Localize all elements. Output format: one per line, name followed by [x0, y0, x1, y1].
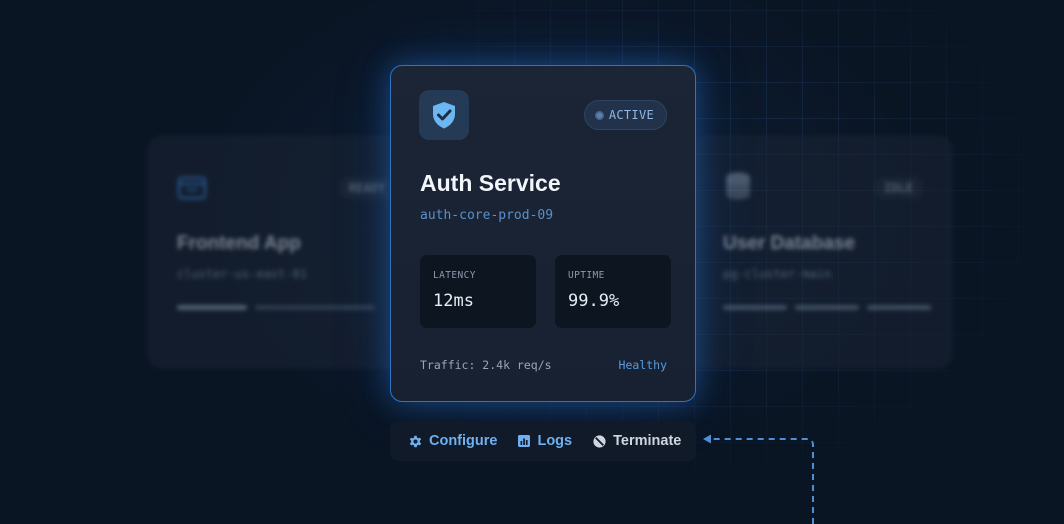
card-title: User Database: [723, 233, 856, 254]
card-subtitle: pg-cluster-main: [723, 267, 832, 281]
shield-check-icon: [433, 102, 455, 129]
progress-bar: [177, 305, 247, 310]
gear-icon: [409, 435, 422, 447]
background-card-database: IDLE User Database pg-cluster-main: [690, 136, 952, 368]
status-dot-icon: [594, 110, 604, 120]
service-instance-id: auth-core-prod-09: [420, 208, 554, 223]
progress-bars: [723, 305, 931, 310]
canvas: READY Frontend App cluster-us-east-01 ID…: [0, 0, 1064, 524]
status-label: ACTIVE: [608, 108, 654, 122]
card-title: Frontend App: [177, 233, 301, 254]
action-bar: Configure Logs Terminate: [390, 421, 696, 461]
progress-bar: [867, 305, 931, 310]
metric-value: 99.9%: [568, 291, 620, 311]
logs-label: Logs: [537, 433, 573, 449]
card-subtitle: cluster-us-east-01: [177, 267, 308, 281]
background-card-frontend: READY Frontend App cluster-us-east-01: [148, 136, 410, 368]
traffic-readout: Traffic: 2.4k req/s: [420, 358, 552, 372]
latency-metric: LATENCY 12ms: [420, 255, 536, 328]
metric-label: LATENCY: [433, 270, 476, 281]
progress-bar: [255, 305, 375, 310]
configure-button[interactable]: Configure: [408, 433, 497, 449]
configure-label: Configure: [429, 433, 498, 449]
metric-label: UPTIME: [568, 270, 605, 281]
logs-button[interactable]: Logs: [517, 433, 572, 449]
service-title: Auth Service: [420, 170, 561, 196]
bar-chart-icon: [518, 435, 531, 447]
service-icon-tile: [419, 90, 469, 140]
progress-bar: [795, 305, 859, 310]
health-status: Healthy: [618, 358, 667, 372]
database-icon: [726, 172, 750, 200]
status-badge: IDLE: [874, 177, 923, 199]
progress-bars: [177, 305, 375, 310]
browser-window-icon: [177, 176, 207, 200]
terminate-label: Terminate: [613, 433, 682, 449]
uptime-metric: UPTIME 99.9%: [555, 255, 671, 328]
prohibited-icon: [593, 434, 606, 448]
terminate-button[interactable]: Terminate: [592, 433, 681, 449]
status-badge: READY: [339, 177, 395, 199]
status-badge: ACTIVE: [583, 100, 667, 130]
service-card[interactable]: ACTIVE Auth Service auth-core-prod-09 LA…: [390, 65, 696, 402]
metric-value: 12ms: [433, 291, 474, 311]
progress-bar: [723, 305, 787, 310]
